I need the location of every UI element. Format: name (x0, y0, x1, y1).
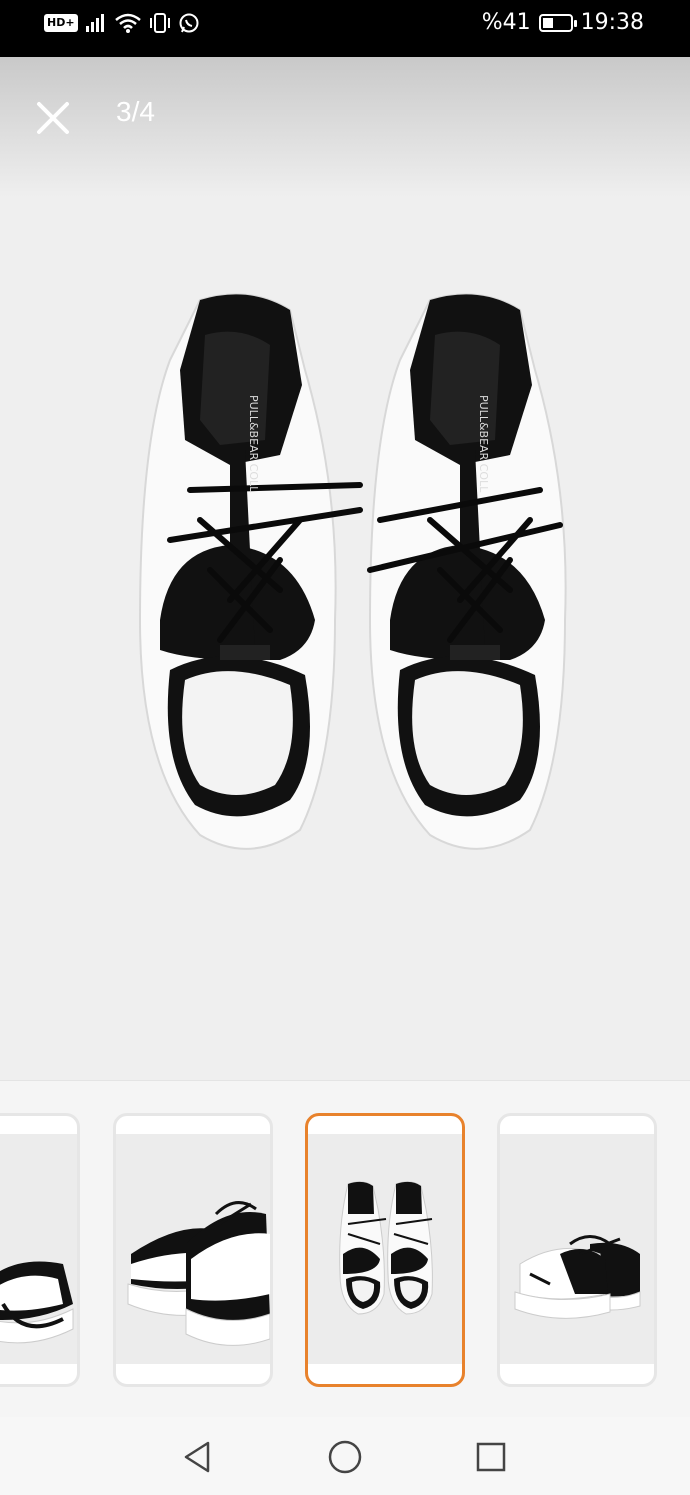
battery-percent: %41 (481, 10, 531, 35)
hd-badge: HD+ (44, 14, 78, 32)
wifi-icon (114, 13, 141, 33)
screen: { "status_bar": { "hd_label": "HD+", "ba… (0, 0, 690, 1495)
home-circle-icon (328, 1440, 362, 1474)
thumbnail-1[interactable] (0, 1113, 80, 1387)
thumbnail-3[interactable] (305, 1113, 465, 1387)
thumbnail-4[interactable] (497, 1113, 657, 1387)
battery-fill (542, 17, 554, 28)
image-counter: 3/4 (116, 96, 155, 127)
product-image-sneakers[interactable]: PULL&BEAR COLL PULL&BEAR COLL (120, 280, 580, 860)
vibrate-icon (149, 13, 170, 33)
clock: 19:38 (580, 10, 644, 35)
back-triangle-icon (184, 1441, 210, 1473)
status-bar: HD+ %41 19:38 (0, 0, 690, 57)
thumbnail-strip[interactable] (0, 1080, 690, 1417)
recents-button[interactable] (471, 1437, 511, 1477)
status-right: %41 19:38 (482, 10, 644, 35)
left-sneaker: PULL&BEAR COLL (138, 293, 363, 850)
back-button[interactable] (178, 1437, 218, 1477)
thumbnail-2-image (116, 1134, 270, 1364)
right-sneaker: PULL&BEAR COLL (367, 293, 567, 850)
thumbnail-3-image (308, 1134, 462, 1364)
signal-icon (85, 14, 104, 32)
brand-label-left: PULL&BEAR COLL (247, 395, 260, 493)
close-button[interactable] (30, 95, 76, 141)
close-icon (37, 102, 69, 134)
brand-label-right: PULL&BEAR COLL (477, 395, 490, 493)
status-left: HD+ (44, 12, 200, 34)
thumbnail-4-image (500, 1134, 654, 1364)
recents-square-icon (476, 1442, 506, 1472)
system-nav-bar (0, 1417, 690, 1495)
battery-charging-icon (538, 13, 577, 32)
thumbnail-1-image (0, 1134, 77, 1364)
viewer-top-gradient (0, 57, 690, 197)
whatsapp-icon (179, 13, 199, 33)
thumbnail-2[interactable] (113, 1113, 273, 1387)
home-button[interactable] (325, 1437, 365, 1477)
